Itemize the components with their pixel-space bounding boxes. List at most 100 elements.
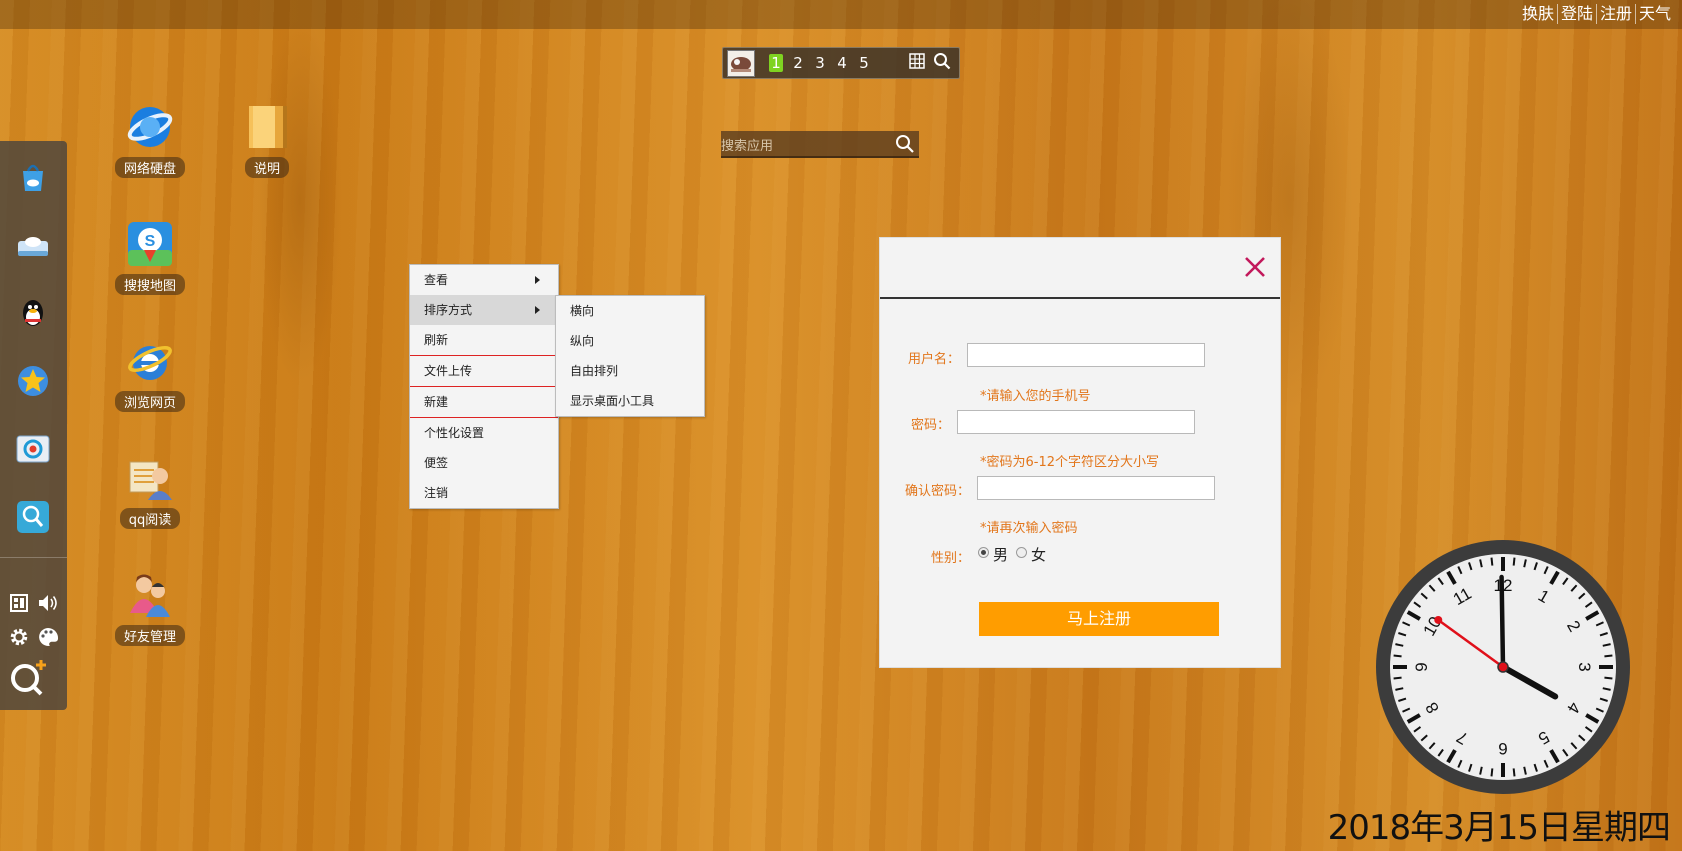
star-icon[interactable] <box>15 363 51 399</box>
volume-icon[interactable] <box>36 593 60 617</box>
gender-male-label: 男 <box>993 546 1009 564</box>
desktop-icon-friends[interactable]: 好友管理 <box>105 571 195 646</box>
settings-icon[interactable] <box>7 626 31 650</box>
page-3-button[interactable]: 3 <box>813 54 827 72</box>
password-hint: *密码为6-12个字符区分大小写 <box>980 455 1160 470</box>
clock-number: 3 <box>1575 662 1594 671</box>
theme-icon[interactable] <box>36 626 60 650</box>
clock-minor-tick <box>1512 768 1516 777</box>
gender-female-label: 女 <box>1031 546 1047 564</box>
menu-item-label: 查看 <box>424 273 449 287</box>
clock-minor-tick <box>1604 676 1613 680</box>
username-label: 用户名： <box>907 352 960 367</box>
minute-hand <box>1499 574 1506 670</box>
desktop-icon-label: 好友管理 <box>114 625 185 646</box>
confirm-password-field[interactable] <box>977 476 1215 500</box>
clock-number: 6 <box>1498 739 1507 758</box>
left-dock <box>0 141 67 710</box>
gender-female-radio[interactable] <box>1016 547 1027 558</box>
qq-plus-icon[interactable] <box>8 657 48 697</box>
clock-minor-tick <box>1393 654 1402 658</box>
user-avatar[interactable] <box>727 50 755 77</box>
page-4-button[interactable]: 4 <box>835 54 849 72</box>
menu-item-notes[interactable]: 便签 <box>410 448 558 478</box>
page-numbers: 1 2 3 4 5 <box>769 54 871 72</box>
folder-icon <box>243 103 291 151</box>
submenu-arrow-icon <box>535 276 540 284</box>
friends-icon <box>126 571 174 619</box>
desktop-icon-map[interactable]: S 搜搜地图 <box>105 220 195 295</box>
menu-item-label: 注销 <box>424 486 449 500</box>
submenu-item-vertical[interactable]: 纵向 <box>556 326 704 356</box>
menu-item-logout[interactable]: 注销 <box>410 478 558 508</box>
menu-item-view[interactable]: 查看 <box>410 265 558 295</box>
menu-item-new[interactable]: 新建 <box>410 387 558 418</box>
gender-male-radio[interactable] <box>978 547 989 558</box>
login-link[interactable]: 登陆 <box>1556 4 1596 24</box>
register-submit-button[interactable]: 马上注册 <box>979 602 1219 636</box>
map-icon: S <box>126 220 174 268</box>
page-1-button[interactable]: 1 <box>769 54 783 72</box>
clock-minor-tick <box>1490 768 1494 777</box>
app-search-placeholder: 搜索应用 <box>721 139 774 154</box>
svg-text:S: S <box>145 233 156 250</box>
search-icon[interactable] <box>895 134 915 154</box>
analog-clock: 121234567891011 <box>1376 540 1630 794</box>
clock-number: 9 <box>1412 662 1431 671</box>
show-desktop-icon[interactable] <box>7 593 31 617</box>
menu-item-label: 便签 <box>424 456 449 470</box>
skin-link[interactable]: 换肤 <box>1519 4 1557 24</box>
pager-search-icon[interactable] <box>933 52 951 70</box>
register-dialog: 用户名： *请输入您的手机号 密码： *密码为6-12个字符区分大小写 确认密码… <box>879 237 1281 668</box>
desktop-context-menu: 查看 排序方式 刷新 文件上传 新建 个性化设置 便签 注销 <box>409 264 559 509</box>
desktop-icon-label: 搜搜地图 <box>114 274 185 295</box>
app-search-box[interactable]: 搜索应用 <box>721 131 919 158</box>
search-app-icon[interactable] <box>15 499 51 535</box>
desktop-icon-label: 浏览网页 <box>114 391 185 412</box>
top-links: 换肤 登陆 注册 天气 <box>1519 4 1674 24</box>
browser-icon[interactable] <box>15 431 51 467</box>
submenu-item-free[interactable]: 自由排列 <box>556 356 704 386</box>
confirm-password-label: 确认密码： <box>904 484 970 499</box>
page-5-button[interactable]: 5 <box>857 54 871 72</box>
desktop-icon-readme[interactable]: 说明 <box>222 103 312 178</box>
username-field[interactable] <box>967 343 1205 367</box>
menu-item-label: 个性化设置 <box>424 426 485 440</box>
page-2-button[interactable]: 2 <box>791 54 805 72</box>
password-field[interactable] <box>957 410 1195 434</box>
menu-item-sort[interactable]: 排序方式 <box>410 295 558 325</box>
submenu-item-horizontal[interactable]: 横向 <box>556 296 704 326</box>
second-hand-tip <box>1434 615 1443 624</box>
sort-submenu: 横向 纵向 自由排列 显示桌面小工具 <box>555 295 705 417</box>
globe-disk-icon <box>126 103 174 151</box>
clock-minor-tick <box>1393 676 1402 680</box>
dialog-header <box>880 238 1280 299</box>
qq-penguin-icon[interactable] <box>15 295 51 331</box>
cloud-drive-icon[interactable] <box>15 227 51 263</box>
desktop-icon-label: 网络硬盘 <box>114 157 185 178</box>
desktop-icon-browser[interactable]: 浏览网页 <box>105 337 195 412</box>
grid-icon[interactable] <box>909 53 925 69</box>
top-bar: 换肤 登陆 注册 天气 <box>0 0 1682 29</box>
clock-center-pin <box>1497 661 1509 673</box>
menu-item-label: 刷新 <box>424 333 449 347</box>
menu-item-label: 新建 <box>424 395 449 409</box>
submenu-item-widgets[interactable]: 显示桌面小工具 <box>556 386 704 416</box>
gender-label: 性别： <box>930 551 970 566</box>
weather-link[interactable]: 天气 <box>1634 4 1674 24</box>
desktop-icon-label: qq阅读 <box>119 508 181 529</box>
submenu-arrow-icon <box>535 306 540 314</box>
desktop-icon-qqreader[interactable]: qq阅读 <box>105 454 195 529</box>
dock-divider <box>0 557 67 558</box>
password-label: 密码： <box>910 418 950 433</box>
menu-item-label: 文件上传 <box>424 364 473 378</box>
register-link[interactable]: 注册 <box>1595 4 1635 24</box>
close-icon[interactable] <box>1242 254 1268 280</box>
menu-item-personalize[interactable]: 个性化设置 <box>410 418 558 448</box>
menu-item-refresh[interactable]: 刷新 <box>410 325 558 356</box>
menu-item-upload[interactable]: 文件上传 <box>410 356 558 387</box>
desktop-icon-netdisk[interactable]: 网络硬盘 <box>105 103 195 178</box>
menu-item-label: 排序方式 <box>424 303 473 317</box>
app-store-icon[interactable] <box>15 159 51 195</box>
desktop-pager: 1 2 3 4 5 <box>722 47 960 79</box>
